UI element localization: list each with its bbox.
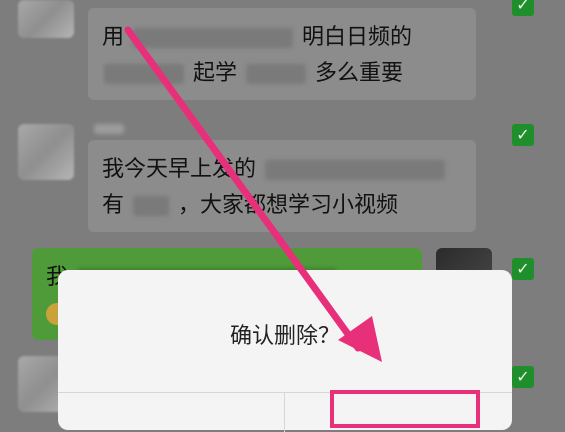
annotation-arrow xyxy=(124,26,382,362)
arrow-head xyxy=(338,316,382,362)
arrow-shaft xyxy=(124,26,362,352)
